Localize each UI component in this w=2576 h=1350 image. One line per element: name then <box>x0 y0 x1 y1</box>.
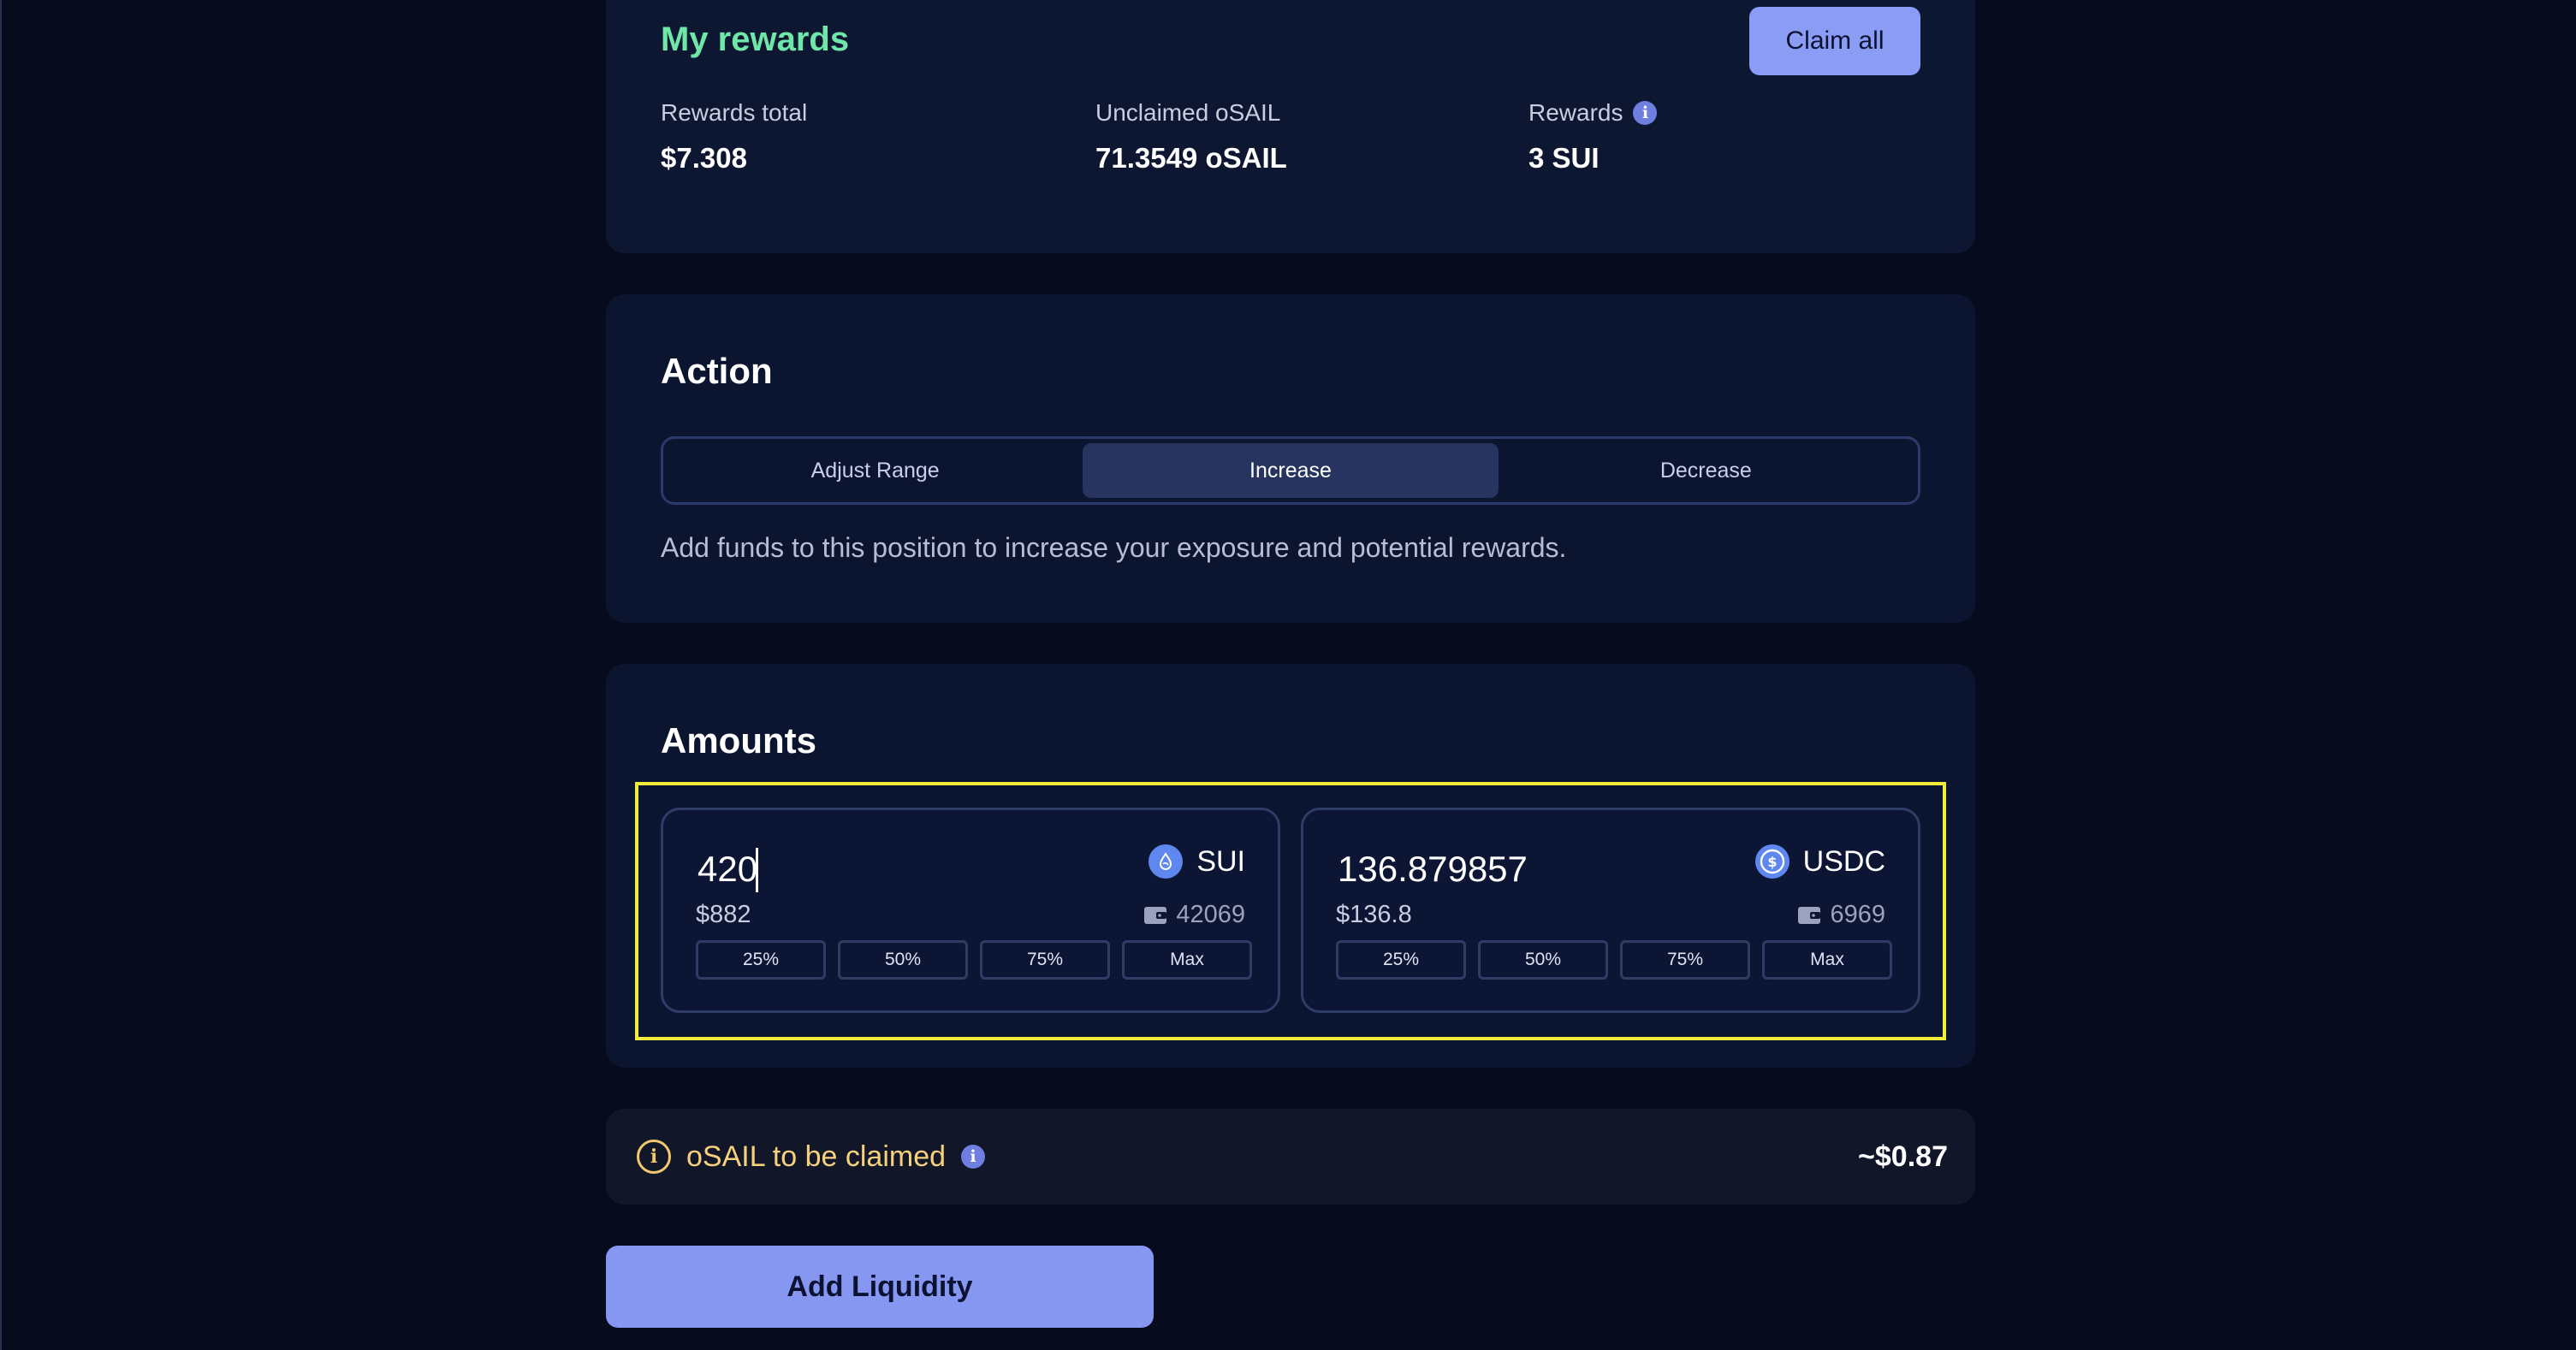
add-liquidity-button[interactable]: Add Liquidity <box>606 1246 1154 1328</box>
usdc-usd-value: $136.8 <box>1336 901 1412 928</box>
sui-25-button[interactable]: 25% <box>696 940 826 980</box>
sui-usd-value: $882 <box>696 901 751 928</box>
sui-percent-buttons: 25% 50% 75% Max <box>696 940 1252 980</box>
info-icon[interactable]: i <box>961 1145 986 1169</box>
token-box-usdc: $ USDC $136.8 6969 25% 50% 75% Max <box>1301 808 1920 1013</box>
claim-all-button[interactable]: Claim all <box>1749 7 1920 75</box>
usdc-25-button[interactable]: 25% <box>1336 940 1466 980</box>
usdc-75-button[interactable]: 75% <box>1620 940 1750 980</box>
sui-amount-input[interactable] <box>696 844 1055 894</box>
usdc-dollar-icon: $ <box>1754 844 1790 879</box>
osail-claim-card: i oSAIL to be claimed i ~$0.87 <box>606 1109 1975 1205</box>
usdc-max-button[interactable]: Max <box>1762 940 1892 980</box>
stat-value: 71.3549 oSAIL <box>1095 142 1287 174</box>
sui-token-selector[interactable]: SUI <box>1149 844 1245 879</box>
amounts-title: Amounts <box>661 720 816 761</box>
action-tabs: Adjust Range Increase Decrease <box>661 436 1920 505</box>
sui-drop-icon <box>1149 844 1184 879</box>
wallet-icon <box>1798 906 1821 924</box>
usdc-token-selector[interactable]: $ USDC <box>1754 844 1885 879</box>
stat-rewards-total: Rewards total $7.308 <box>661 99 807 175</box>
wallet-icon <box>1144 906 1167 924</box>
token-box-sui: SUI $882 42069 25% 50% 75% Max <box>661 808 1280 1013</box>
stat-unclaimed-osail: Unclaimed oSAIL 71.3549 oSAIL <box>1095 99 1287 175</box>
stat-label: Rewards total <box>661 99 808 126</box>
rewards-title: My rewards <box>661 21 850 58</box>
left-edge-border <box>0 0 2 1350</box>
tab-decrease[interactable]: Decrease <box>1499 443 1914 498</box>
balance-value: 42069 <box>1176 901 1245 928</box>
sui-75-button[interactable]: 75% <box>980 940 1110 980</box>
stat-value: 3 SUI <box>1528 142 1600 174</box>
action-description: Add funds to this position to increase y… <box>661 532 1567 563</box>
info-circle-icon: i <box>637 1140 671 1174</box>
token-symbol: USDC <box>1802 844 1885 878</box>
tab-adjust-range[interactable]: Adjust Range <box>668 443 1083 498</box>
usdc-50-button[interactable]: 50% <box>1478 940 1608 980</box>
osail-label: oSAIL to be claimed <box>686 1140 947 1173</box>
tab-increase[interactable]: Increase <box>1083 443 1499 498</box>
usdc-balance[interactable]: 6969 <box>1797 901 1885 929</box>
sui-50-button[interactable]: 50% <box>838 940 968 980</box>
info-icon[interactable]: i <box>1633 101 1658 125</box>
osail-value: ~$0.87 <box>1858 1140 1948 1173</box>
usdc-amount-input[interactable] <box>1336 844 1695 894</box>
rewards-card: My rewards Claim all Rewards total $7.30… <box>606 0 1975 253</box>
sui-balance[interactable]: 42069 <box>1143 901 1245 929</box>
amounts-card: Amounts SUI $882 42069 25% 50% 75% Max <box>606 664 1975 1068</box>
action-card: Action Adjust Range Increase Decrease Ad… <box>606 294 1975 623</box>
sui-max-button[interactable]: Max <box>1122 940 1252 980</box>
svg-text:$: $ <box>1767 854 1777 870</box>
action-title: Action <box>661 351 773 391</box>
stat-value: $7.308 <box>661 142 747 174</box>
stat-label: Rewards <box>1528 99 1623 126</box>
token-symbol: SUI <box>1196 844 1245 878</box>
page: My rewards Claim all Rewards total $7.30… <box>0 0 2576 1350</box>
text-caret <box>756 848 758 892</box>
stat-label: Unclaimed oSAIL <box>1095 99 1281 126</box>
stat-rewards: Rewards i 3 SUI <box>1528 99 1658 175</box>
balance-value: 6969 <box>1830 901 1885 928</box>
usdc-percent-buttons: 25% 50% 75% Max <box>1336 940 1892 980</box>
